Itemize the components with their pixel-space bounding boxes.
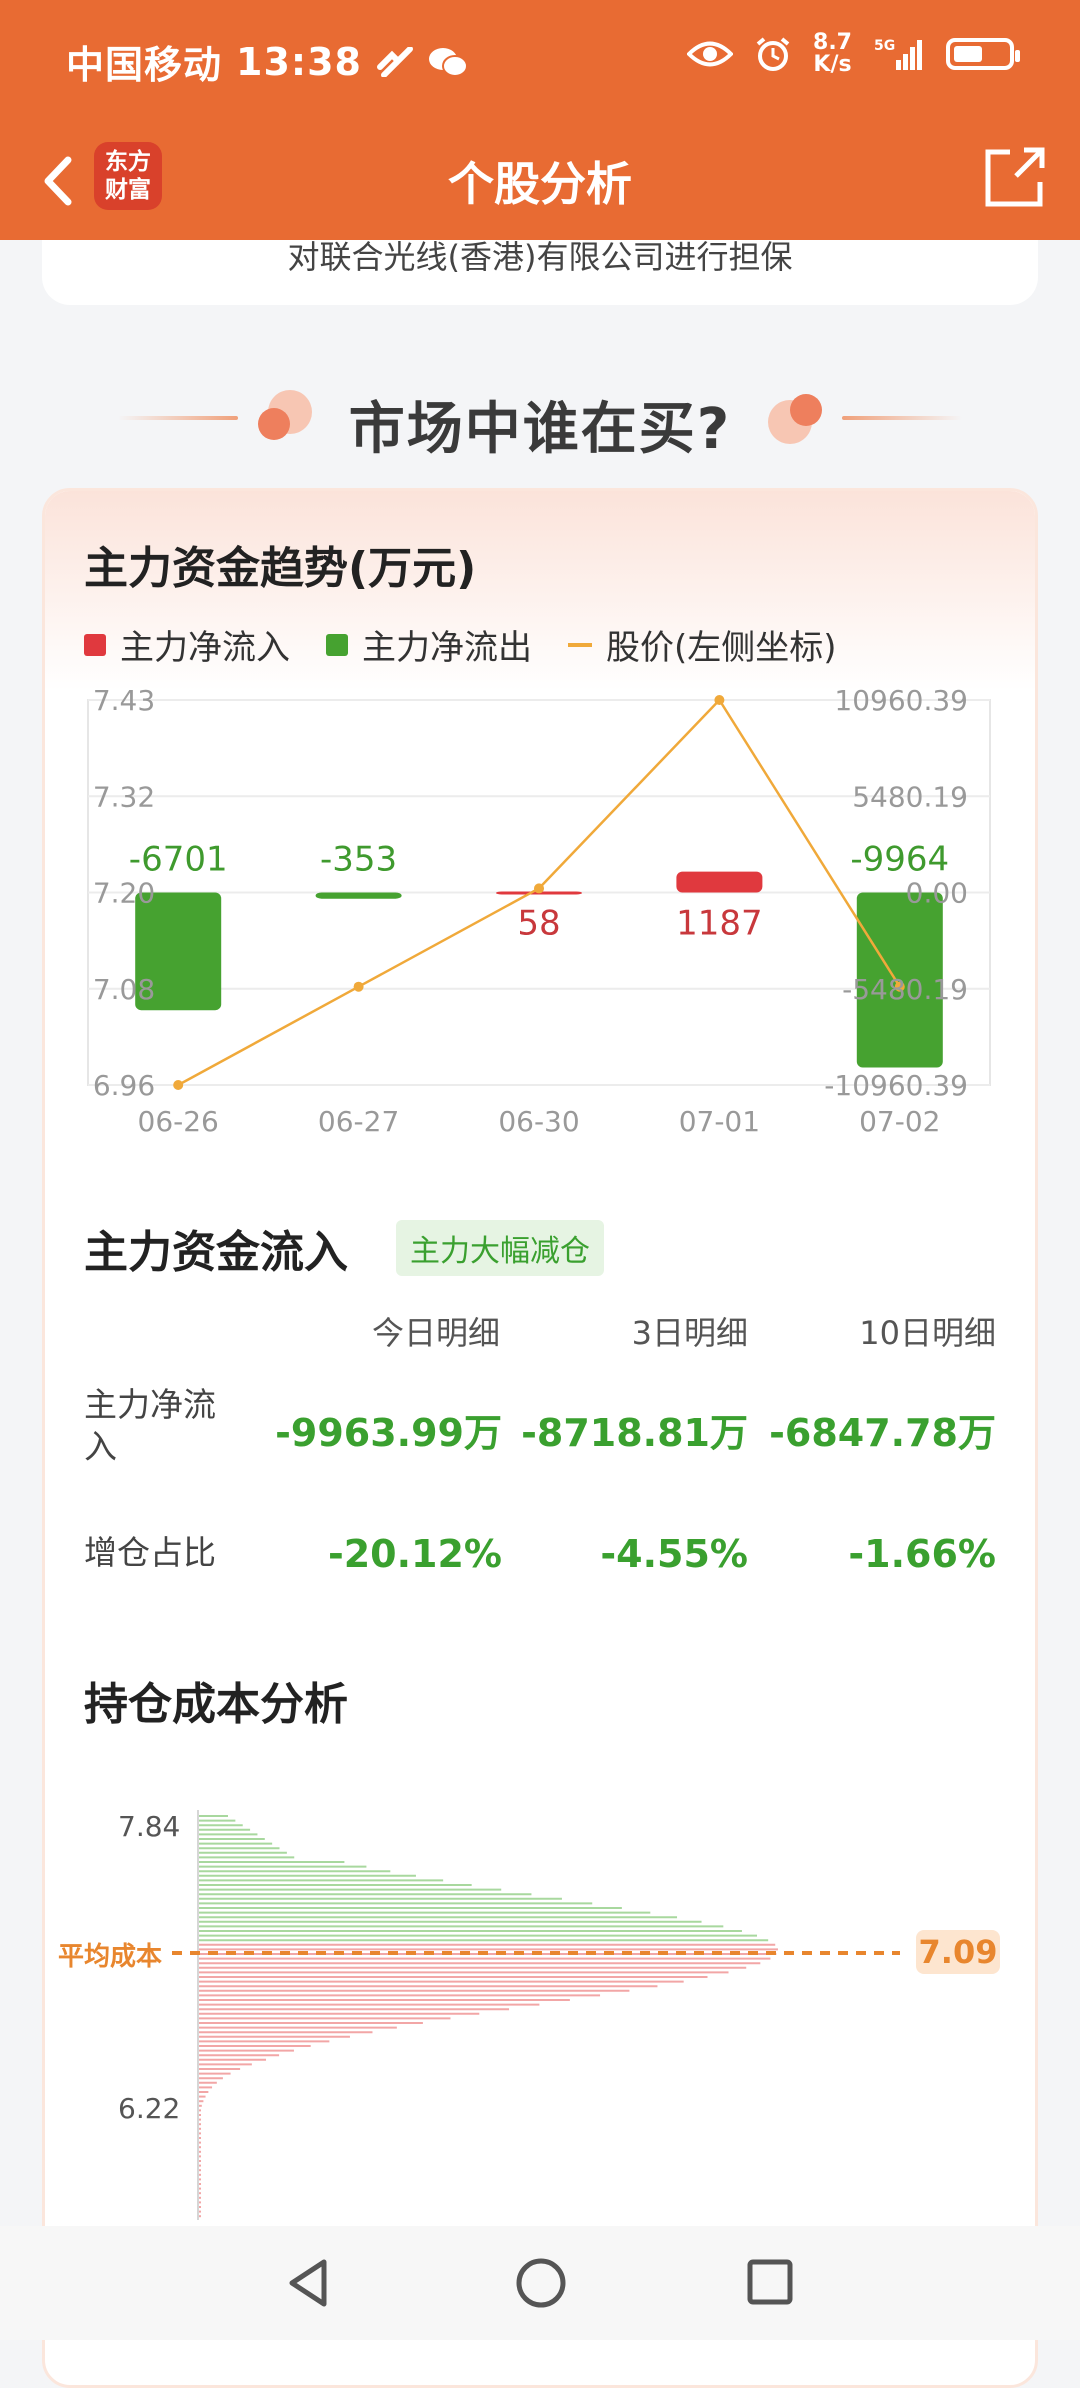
status-left: 中国移动 13:38 [66,34,468,89]
flow-status-badge: 主力大幅减仓 [396,1220,604,1276]
legend-price[interactable]: 股价(左侧坐标) [568,620,837,669]
price-point [353,981,364,992]
share-icon[interactable] [980,142,1050,212]
bar-data-label: 58 [517,904,560,944]
right-tick-label: 10960.39 [834,684,968,717]
page-title: 个股分析 [448,157,632,211]
legend-outflow[interactable]: 主力净流出 [326,620,532,669]
ratio-today: -20.12% [327,1532,502,1576]
clock-label: 13:38 [236,39,362,84]
price-point [534,883,544,894]
col-3day: 3日明细 [631,1314,748,1352]
right-tick-label: 0.00 [906,877,968,910]
nav-recents-icon[interactable] [744,2256,794,2310]
status-right: 8.7 K/s 5G [687,32,1020,76]
legend-price-swatch [568,642,592,647]
avg-cost-badge: 7.09 [916,1930,1000,1974]
fund-trend-chart[interactable]: 7.437.327.207.086.9610960.395480.190.00-… [0,670,1080,1150]
net-speed-unit: K/s [813,52,852,77]
net-speed: 8.7 K/s [813,32,852,76]
cost-distribution-chart[interactable] [0,1800,1080,2226]
wechat-icon [428,47,468,77]
chart-legend: 主力净流入 主力净流出 股价(左侧坐标) [84,620,873,669]
left-tick-label: 6.96 [93,1069,155,1102]
netflow-today: -9963.99万 [275,1411,502,1455]
legend-inflow-label: 主力净流入 [120,628,290,668]
x-tick-label: 07-01 [679,1105,760,1138]
system-nav-bar [0,2226,1080,2340]
ratio-10day: -1.66% [848,1532,996,1576]
bar-data-label: 1187 [676,904,763,944]
legend-inflow-swatch [84,633,106,656]
battery-icon [946,38,1020,70]
app-header: 中国移动 13:38 8.7 K/s 5G 东方 财富 个股分析 [0,0,1080,240]
price-point [714,695,725,705]
cost-title: 持仓成本分析 [84,1679,348,1730]
legend-price-label: 股价(左侧坐标) [606,628,837,668]
bar-data-label: -353 [320,840,397,880]
x-tick-label: 07-02 [859,1105,940,1138]
price-point [173,1080,184,1090]
link-icon [376,46,413,77]
x-tick-label: 06-26 [138,1105,219,1138]
flow-bar [315,892,402,899]
legend-outflow-swatch [326,633,348,656]
left-tick-label: 7.20 [93,877,155,910]
x-tick-label: 06-30 [498,1105,579,1138]
left-tick-label: 7.43 [93,684,155,717]
eye-icon [687,41,734,67]
x-tick-label: 06-27 [318,1105,399,1138]
signal-icon: 5G [874,38,922,70]
legend-inflow[interactable]: 主力净流入 [84,620,290,669]
status-bar: 中国移动 13:38 8.7 K/s 5G [0,0,1080,120]
flow-title: 主力资金流入 [84,1227,348,1278]
banner-line-right [842,416,962,420]
netflow-3day: -8718.81万 [521,1411,748,1455]
flow-bar [676,871,763,893]
bubble-decoration-icon [768,394,822,444]
row-label-netflow: 主力净流入 [84,1385,216,1466]
carrier-label: 中国移动 [66,43,223,87]
left-tick-label: 7.32 [93,780,155,813]
bar-data-label: -6701 [129,840,228,880]
nav-back-icon[interactable] [284,2256,334,2310]
col-10day: 10日明细 [859,1314,996,1352]
left-tick-label: 7.08 [93,973,155,1006]
nav-home-icon[interactable] [514,2256,568,2310]
section-banner: 市场中谁在买? [0,370,1080,470]
alarm-icon [756,37,790,71]
avg-cost-label: 平均成本 [58,1942,163,1972]
netflow-10day: -6847.78万 [769,1411,996,1455]
trend-title: 主力资金趋势(万元) [84,543,477,594]
right-tick-label: -10960.39 [824,1069,968,1102]
row-label-ratio: 增仓占比 [84,1533,216,1572]
bar-data-label: -9964 [850,840,949,880]
legend-outflow-label: 主力净流出 [362,628,532,668]
net-speed-value: 8.7 [813,30,852,55]
right-tick-label: 5480.19 [852,780,968,813]
svg-text:5G: 5G [874,38,895,54]
right-tick-label: -5480.19 [842,973,968,1006]
nav-bar: 东方 财富 个股分析 [0,120,1080,240]
section-title: 市场中谁在买? [348,397,732,462]
ratio-3day: -4.55% [600,1532,748,1576]
col-today: 今日明细 [371,1314,500,1352]
